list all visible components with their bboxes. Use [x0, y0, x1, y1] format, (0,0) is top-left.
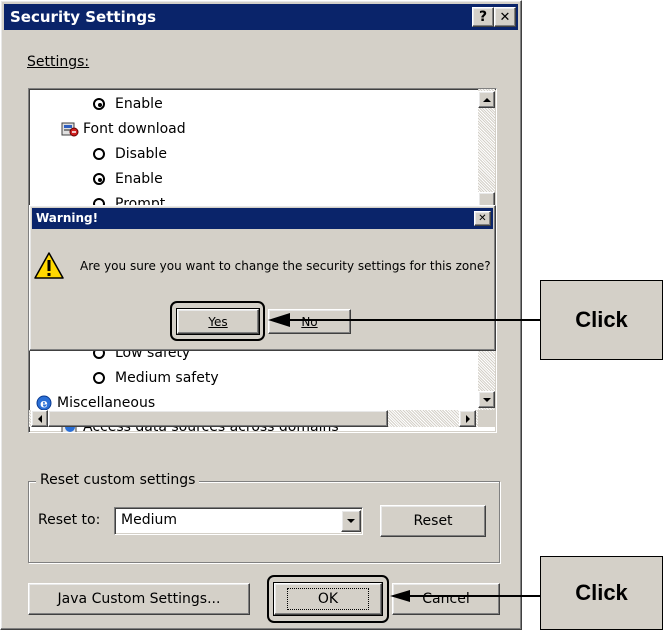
callout-text: Click — [575, 307, 628, 332]
callout-click-bottom: Click — [540, 556, 663, 630]
bottom-arrow-head — [390, 590, 410, 602]
top-arrow-head — [268, 313, 290, 327]
callout-text: Click — [575, 580, 628, 605]
callout-click-top: Click — [540, 280, 663, 360]
